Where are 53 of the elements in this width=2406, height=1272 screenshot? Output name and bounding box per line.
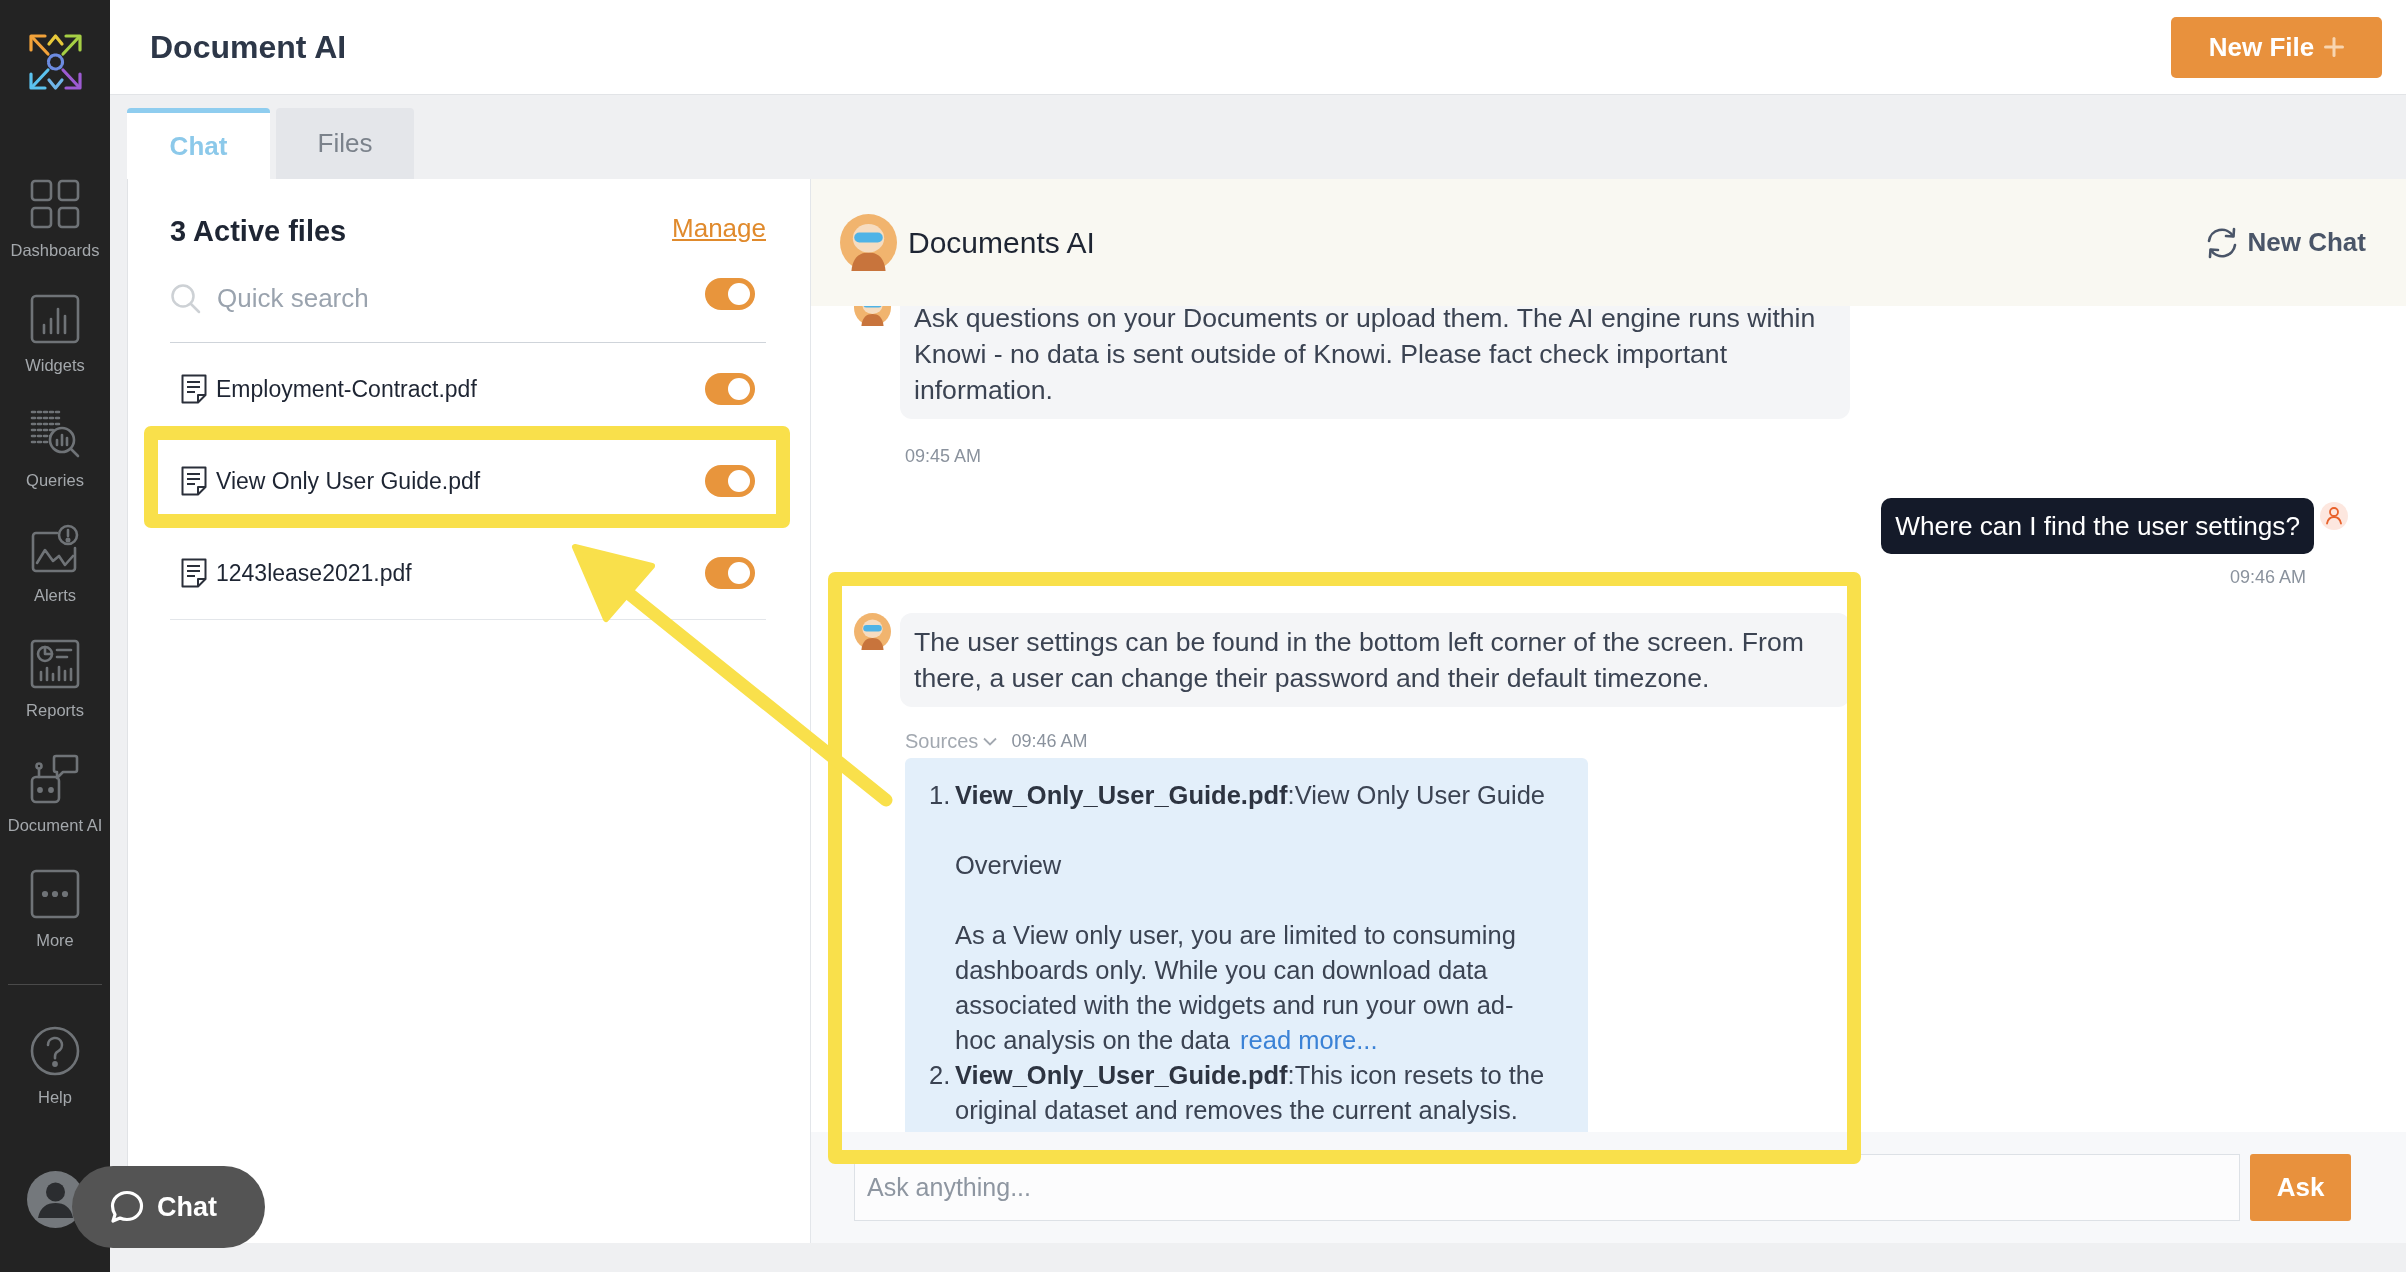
- source-title: View_Only_User_Guide.pdf:View Only User Guide: [955, 780, 1547, 811]
- message-time: 09:46 AM: [2229, 566, 2307, 589]
- speech-bubble-icon: [110, 1190, 144, 1224]
- bot-message: The user settings can be found in the bottom left corner of the screen. From there, a user can change their password and their default timezone.: [900, 613, 1850, 707]
- sidebar-item[interactable]: Alerts: [0, 523, 110, 605]
- read-more-link[interactable]: read more...: [1240, 1026, 1378, 1054]
- chat-widget-button[interactable]: Chat: [72, 1166, 265, 1248]
- help-item[interactable]: Help: [0, 1025, 110, 1107]
- chart-alert-icon: [29, 523, 81, 575]
- sidebar-item[interactable]: Dashboards: [0, 178, 110, 260]
- source-text: As a View only user, you are limited to consuming dashboards only. While you can download data associated with the widgets and run your own ad-hoc analysis on the data read more...: [955, 920, 1517, 1056]
- robot-chat-icon: [29, 753, 81, 805]
- document-icon: [181, 374, 207, 404]
- grid-icon: [29, 178, 81, 230]
- user-message: Where can I find the user settings?: [1881, 498, 2314, 554]
- list-number: 1.: [929, 780, 952, 811]
- document-icon: [181, 466, 207, 496]
- logo-icon: [26, 32, 84, 92]
- new-chat-button[interactable]: New Chat: [2203, 226, 2366, 259]
- sidebar-item[interactable]: Reports: [0, 638, 110, 720]
- toggle-switch[interactable]: [705, 557, 755, 589]
- active-files-title: 3 Active files: [170, 214, 347, 248]
- list-magnifier-icon: [29, 408, 81, 460]
- page-title: Document AI: [150, 28, 347, 66]
- search-field[interactable]: Quick search: [217, 279, 705, 318]
- search-icon: [170, 283, 201, 314]
- chat-title: Documents AI: [908, 225, 1096, 260]
- file-name: 1243lease2021.pdf: [216, 559, 413, 587]
- sidebar-item[interactable]: More: [0, 868, 110, 950]
- sidebar-item[interactable]: Queries: [0, 408, 110, 490]
- bot-message: Ask questions on your Documents or upload them. The AI engine runs within Knowi - no data is sent outside of Knowi. Please fact check important information.: [900, 306, 1850, 419]
- sidebar-item[interactable]: Document AI: [0, 753, 110, 835]
- toggle-switch[interactable]: [705, 277, 755, 310]
- help-icon: [29, 1025, 81, 1077]
- source-text: Overview: [955, 850, 1063, 881]
- sidebar-item[interactable]: Widgets: [0, 293, 110, 375]
- source-title: View_Only_User_Guide.pdf:This icon resets to the original dataset and removes the current analysis.: [955, 1060, 1546, 1126]
- toggle-switch[interactable]: [705, 373, 755, 405]
- message-time: 09:46 AM: [1011, 730, 1088, 753]
- list-number: 2.: [929, 1060, 952, 1091]
- plus-icon: [2324, 37, 2345, 57]
- report-icon: [29, 638, 81, 690]
- toggle-switch[interactable]: [705, 465, 755, 497]
- message-time: 09:45 AM: [904, 445, 982, 468]
- robot-avatar-icon: [840, 214, 897, 271]
- chevron-down-icon: [983, 736, 998, 746]
- file-name: View Only User Guide.pdf: [216, 467, 482, 495]
- file-name: Employment-Contract.pdf: [216, 375, 478, 403]
- robot-avatar-icon: [854, 613, 891, 650]
- document-icon: [181, 558, 207, 588]
- bar-chart-icon: [29, 293, 81, 345]
- user-icon: [2320, 502, 2348, 530]
- more-icon: [29, 868, 81, 920]
